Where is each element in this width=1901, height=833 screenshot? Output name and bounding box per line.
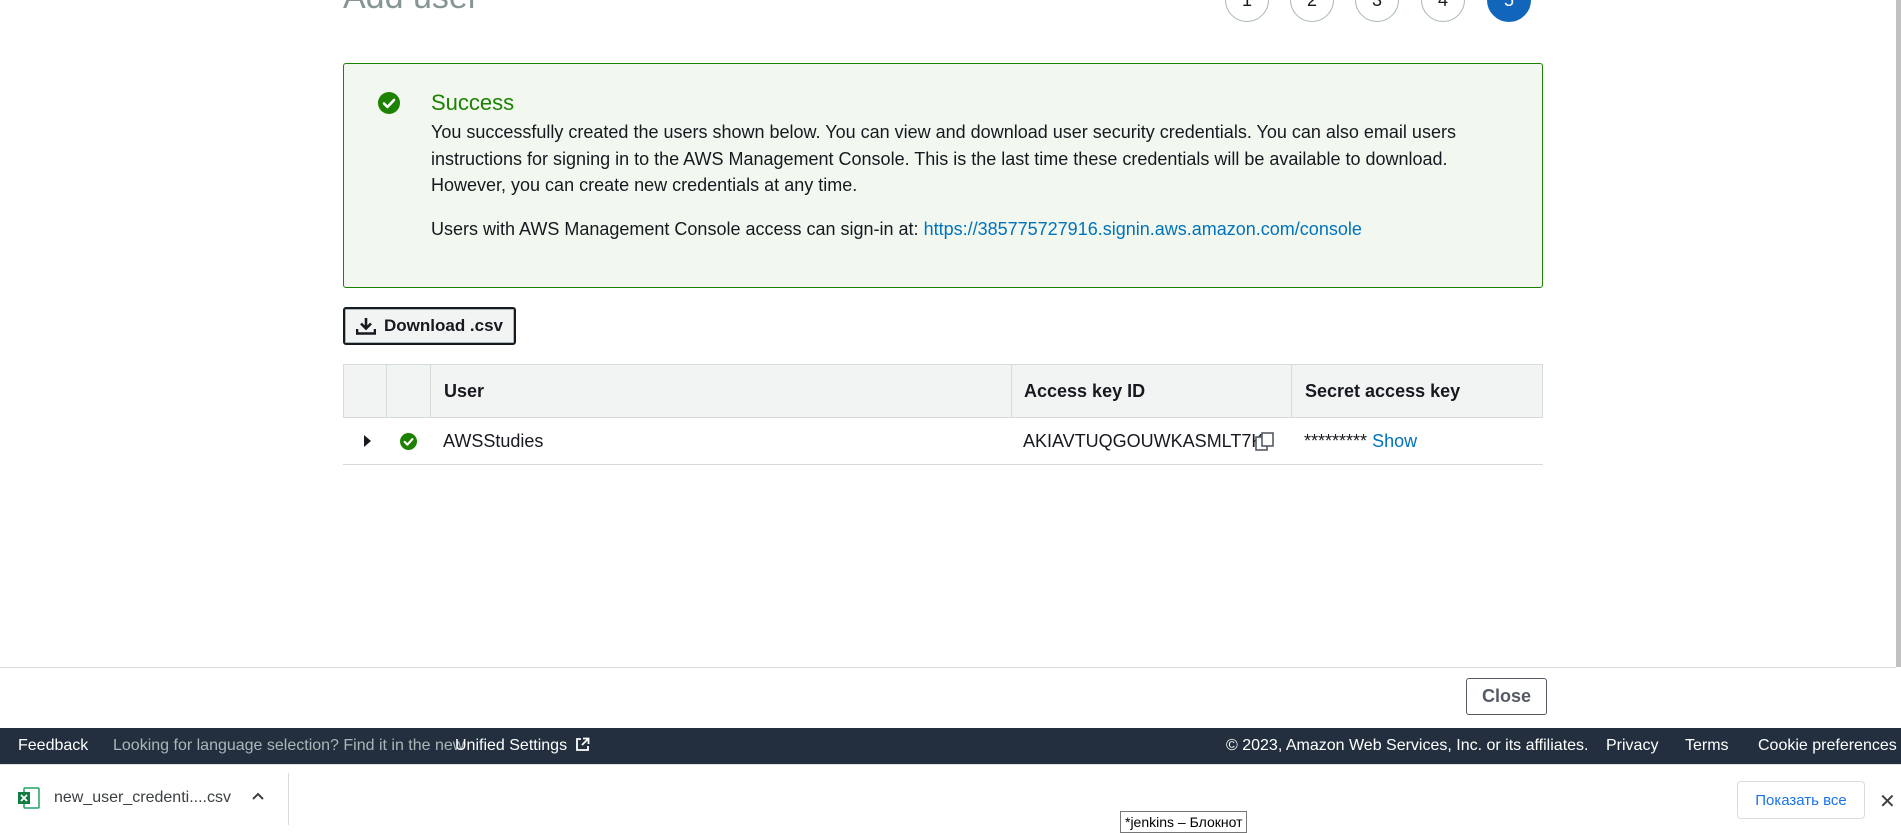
credentials-table: User Access key ID Secret access key AWS… xyxy=(343,364,1543,465)
step-2[interactable]: 2 xyxy=(1290,0,1334,22)
signin-line: Users with AWS Management Console access… xyxy=(431,219,1362,240)
browser-download-bar: new_user_credenti....csv Показать все ✕ xyxy=(0,764,1901,833)
status-check-icon xyxy=(400,433,417,450)
privacy-link[interactable]: Privacy xyxy=(1606,728,1658,764)
column-header-user[interactable]: User xyxy=(444,365,484,417)
secret-key-mask: ********* xyxy=(1304,431,1368,451)
vertical-scrollbar[interactable] xyxy=(1896,0,1901,667)
signin-prefix: Users with AWS Management Console access… xyxy=(431,219,919,239)
column-header-access-key[interactable]: Access key ID xyxy=(1024,365,1145,417)
downloaded-file-item[interactable]: new_user_credenti....csv xyxy=(18,787,231,809)
cookie-preferences-link[interactable]: Cookie preferences xyxy=(1758,728,1897,764)
console-footer: Feedback Looking for language selection?… xyxy=(0,728,1901,764)
step-5: 5 xyxy=(1487,0,1531,22)
column-header-secret-key[interactable]: Secret access key xyxy=(1305,365,1460,417)
language-text: Looking for language selection? Find it … xyxy=(113,737,465,754)
copyright-text: © 2023, Amazon Web Services, Inc. or its… xyxy=(1226,737,1589,754)
download-csv-label: Download .csv xyxy=(383,316,504,335)
close-button[interactable]: Close xyxy=(1466,678,1547,715)
column-divider xyxy=(386,365,387,417)
show-secret-link[interactable]: Show xyxy=(1372,431,1417,451)
step-4[interactable]: 4 xyxy=(1421,0,1465,22)
downloaded-file-name: new_user_credenti....csv xyxy=(54,789,231,806)
unified-settings-label: Unified Settings xyxy=(455,737,568,754)
table-header: User Access key ID Secret access key xyxy=(343,364,1543,418)
secret-key-cell: ********* Show xyxy=(1304,418,1417,464)
taskbar-tooltip: *jenkins – Блокнот xyxy=(1120,811,1248,833)
step-3[interactable]: 3 xyxy=(1355,0,1399,22)
close-icon[interactable]: ✕ xyxy=(1879,789,1896,814)
alert-body: You successfully created the users shown… xyxy=(431,122,1456,195)
chevron-up-icon[interactable] xyxy=(251,791,265,801)
alert-title: Success xyxy=(431,90,515,115)
user-name: AWSStudies xyxy=(443,431,544,451)
column-divider xyxy=(1291,365,1292,417)
copy-icon[interactable] xyxy=(1255,432,1275,452)
show-all-downloads-button[interactable]: Показать все xyxy=(1737,781,1865,819)
success-check-icon xyxy=(378,92,400,114)
footer-divider xyxy=(0,667,1896,668)
column-divider xyxy=(1011,365,1012,417)
feedback-link[interactable]: Feedback xyxy=(18,728,88,764)
unified-settings-link[interactable]: Unified Settings xyxy=(455,728,590,764)
terms-link[interactable]: Terms xyxy=(1685,728,1729,764)
external-link-icon xyxy=(575,737,589,751)
table-row: AWSStudies AKIAVTUQGOUWKASMLT7K ********… xyxy=(343,418,1543,465)
column-divider xyxy=(430,365,431,417)
signin-url-link[interactable]: https://385775727916.signin.aws.amazon.c… xyxy=(924,219,1362,239)
page-title: Add user xyxy=(343,0,479,17)
download-icon xyxy=(355,318,376,335)
download-csv-button[interactable]: Download .csv xyxy=(343,307,516,345)
excel-file-icon xyxy=(18,787,40,809)
expand-row-icon[interactable] xyxy=(363,435,371,447)
success-alert: Success You successfully created the use… xyxy=(343,63,1543,288)
step-1[interactable]: 1 xyxy=(1225,0,1269,22)
access-key-id: AKIAVTUQGOUWKASMLT7K xyxy=(1023,431,1264,451)
download-bar-divider xyxy=(288,773,289,825)
